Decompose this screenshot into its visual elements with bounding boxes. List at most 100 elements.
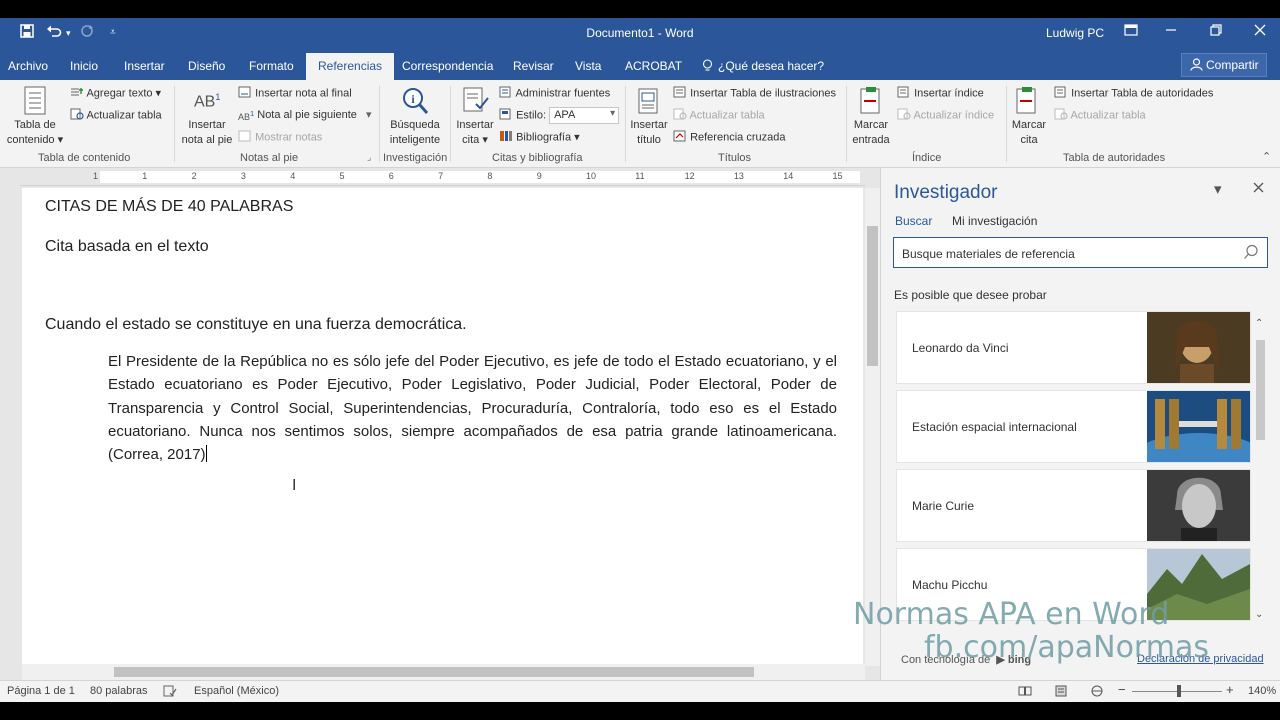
horizontal-ruler[interactable]: 112345678910111213141516 — [20, 168, 892, 186]
zoom-slider-thumb[interactable] — [1177, 685, 1181, 697]
page-count[interactable]: Página 1 de 1 — [7, 685, 75, 697]
tab-vista[interactable]: Vista — [575, 59, 601, 73]
update-authorities-label: Actualizar tabla — [1070, 109, 1146, 122]
tab-formato[interactable]: Formato — [249, 59, 294, 73]
dialog-launcher-icon[interactable]: ⌟ — [367, 152, 371, 163]
tab-inicio[interactable]: Inicio — [70, 59, 98, 73]
mark-entry-button[interactable]: Marcar entrada — [848, 118, 894, 148]
text-cursor — [205, 445, 207, 463]
endnote-icon — [238, 86, 252, 101]
ruler-number: 1 — [142, 171, 148, 181]
insert-index-button[interactable]: Insertar índice — [897, 86, 984, 101]
zoom-level[interactable]: 140% — [1248, 685, 1276, 697]
insert-caption-button[interactable]: Insertar título — [627, 118, 671, 148]
suggestion-title: Marie Curie — [912, 499, 975, 513]
scroll-up-icon[interactable]: ⌃ — [1255, 318, 1263, 329]
proofing-icon[interactable] — [163, 685, 177, 700]
close-icon[interactable] — [1245, 23, 1275, 39]
language[interactable]: Español (México) — [194, 685, 279, 697]
zoom-out-icon[interactable]: − — [1118, 682, 1126, 697]
document-area: 112345678910111213141516 CITAS DE MÁS DE… — [0, 168, 892, 680]
ribbon-references: Tabla de contenido ▾ Agregar texto ▾ Act… — [0, 80, 1280, 168]
insert-authorities-button[interactable]: Insertar Tabla de autoridades — [1054, 86, 1213, 101]
ruler-margin-area — [100, 171, 860, 183]
smart-lookup-icon: i — [400, 86, 429, 114]
tab-buscar[interactable]: Buscar — [895, 214, 932, 228]
add-text-button[interactable]: Agregar texto ▾ — [70, 86, 161, 101]
tab-revisar[interactable]: Revisar — [513, 59, 554, 73]
vertical-ruler[interactable] — [0, 188, 20, 680]
vertical-scroll-thumb[interactable] — [867, 226, 878, 366]
cross-reference-label: Referencia cruzada — [690, 131, 786, 144]
read-mode-icon[interactable] — [1018, 685, 1032, 700]
mark-citation-label-2: cita — [1020, 134, 1038, 146]
style-combobox[interactable]: APA — [549, 107, 620, 124]
pane-close-icon[interactable] — [1253, 180, 1264, 197]
insert-table-figures-button[interactable]: Insertar Tabla de ilustraciones — [673, 86, 836, 101]
ruler-number: 2 — [191, 171, 197, 181]
mark-citation-button[interactable]: Marcar cita — [1006, 118, 1052, 148]
cross-reference-button[interactable]: Referencia cruzada — [673, 130, 785, 145]
tab-archivo[interactable]: Archivo — [8, 59, 48, 73]
suggestion-card[interactable]: Leonardo da Vinci — [896, 311, 1251, 384]
tab-mi-investigacion[interactable]: Mi investigación — [952, 214, 1037, 228]
user-name[interactable]: Ludwig PC — [1046, 26, 1104, 40]
update-authorities-button[interactable]: Actualizar tabla — [1054, 108, 1146, 123]
update-figures-table-button[interactable]: Actualizar tabla — [673, 108, 765, 123]
researcher-search-input[interactable]: Busque materiales de referencia — [893, 237, 1268, 268]
insert-citation-label-1: Insertar — [456, 119, 494, 131]
space-station-image — [1129, 391, 1269, 493]
share-button[interactable]: Compartir — [1181, 53, 1267, 77]
show-notes-button[interactable]: Mostrar notas — [238, 130, 322, 145]
style-selector[interactable]: Estilo: APA — [499, 107, 620, 124]
insert-endnote-button[interactable]: Insertar nota al final — [238, 86, 352, 101]
tab-acrobat[interactable]: ACROBAT — [625, 59, 682, 73]
pane-options-icon[interactable]: ▾ — [1214, 180, 1222, 198]
insert-citation-label-2: cita ▾ — [462, 134, 488, 146]
document-page[interactable]: CITAS DE MÁS DE 40 PALABRAS Cita basada … — [22, 188, 863, 664]
ribbon-display-icon[interactable] — [1116, 23, 1146, 39]
smart-lookup-button[interactable]: Búsqueda inteligente — [384, 118, 446, 148]
restore-icon[interactable] — [1201, 23, 1231, 39]
vertical-scrollbar[interactable] — [865, 188, 880, 666]
status-bar: Página 1 de 1 80 palabras Español (Méxic… — [0, 680, 1280, 702]
next-footnote-button[interactable]: AB1 Nota al pie siguiente ▾ — [238, 108, 372, 122]
suggestion-card[interactable]: Estación espacial internacional — [896, 390, 1269, 493]
tab-referencias[interactable]: Referencias — [306, 53, 395, 80]
refresh-icon — [897, 108, 911, 123]
update-table-button[interactable]: Actualizar tabla — [70, 108, 162, 123]
toc-button[interactable]: Tabla de contenido ▾ — [6, 118, 64, 148]
tab-correspondencia[interactable]: Correspondencia — [402, 59, 493, 73]
search-icon[interactable] — [1243, 244, 1259, 263]
mark-entry-label-1: Marcar — [853, 119, 889, 131]
ruler-number: 12 — [684, 171, 695, 181]
scroll-down-icon[interactable]: ⌄ — [1255, 609, 1263, 620]
tell-me-box[interactable]: ¿Qué desea hacer? — [718, 59, 824, 73]
pane-scroll-thumb[interactable] — [1256, 340, 1265, 440]
insert-citation-button[interactable]: Insertar cita ▾ — [452, 118, 498, 148]
tab-insertar[interactable]: Insertar — [124, 59, 165, 73]
watermark-line-1: Normas APA en Word — [853, 597, 1170, 632]
pane-scrollbar[interactable]: ⌃ ⌄ — [1254, 318, 1268, 620]
suggestion-card[interactable]: Marie Curie — [896, 469, 1251, 542]
manage-sources-button[interactable]: Administrar fuentes — [499, 86, 610, 101]
insert-footnote-button[interactable]: Insertar nota al pie — [178, 118, 236, 148]
horizontal-scroll-thumb[interactable] — [114, 667, 754, 677]
insert-authorities-label: Insertar Tabla de autoridades — [1071, 87, 1214, 100]
ruler-number: 8 — [487, 171, 493, 181]
minimize-icon[interactable] — [1156, 23, 1186, 39]
horizontal-scrollbar[interactable] — [22, 664, 865, 680]
watermark-line-2: fb.com/apaNormas — [924, 630, 1209, 665]
tab-diseno[interactable]: Diseño — [188, 59, 225, 73]
ribbon-tab-bar: Archivo Inicio Insertar Diseño Formato R… — [0, 50, 1280, 80]
word-count[interactable]: 80 palabras — [90, 685, 148, 697]
insert-citation-icon — [462, 86, 489, 114]
zoom-in-icon[interactable]: + — [1226, 682, 1234, 697]
person-icon — [1190, 58, 1203, 74]
collapse-ribbon-icon[interactable]: ⌃ — [1262, 150, 1271, 163]
web-layout-icon[interactable] — [1090, 685, 1104, 700]
print-layout-icon[interactable] — [1054, 685, 1068, 700]
document-intro: Cuando el estado se constituye en una fu… — [45, 316, 467, 333]
update-index-button[interactable]: Actualizar índice — [897, 108, 994, 123]
bibliography-button[interactable]: Bibliografía ▾ — [499, 130, 580, 145]
